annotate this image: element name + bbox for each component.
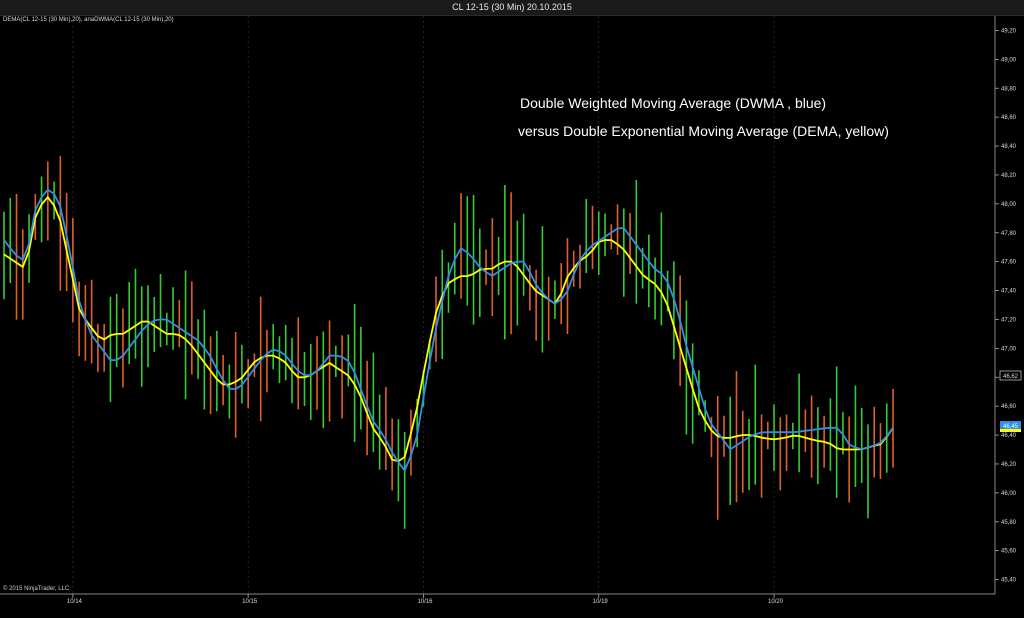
x-tick-label: 10/14: [67, 599, 83, 605]
y-tick-label: 47,60: [1001, 260, 1017, 266]
moving-average-value: 46,45: [1003, 424, 1019, 430]
moving-average-label: 46,45: [1000, 421, 1021, 432]
y-tick-label: 49,20: [1001, 28, 1017, 34]
y-tick-label: 48,00: [1001, 202, 1017, 208]
indicator-legend: DEMA(CL 12-15 (30 Min),20), anaDWMA(CL 1…: [3, 17, 174, 23]
y-tick-label: 46,40: [1001, 433, 1017, 439]
y-tick-label: 46,20: [1001, 462, 1017, 468]
x-tick-label: 10/20: [768, 599, 784, 605]
y-tick-label: 48,40: [1001, 144, 1017, 150]
y-tick-label: 48,60: [1001, 115, 1017, 121]
y-tick-label: 45,60: [1001, 549, 1017, 555]
last-close-value: 46,62: [1003, 374, 1019, 380]
annotation-dwma: Double Weighted Moving Average (DWMA , b…: [520, 95, 827, 111]
y-tick-label: 47,40: [1001, 289, 1017, 295]
y-tick-label: 47,20: [1001, 317, 1017, 323]
plot-area[interactable]: [0, 16, 995, 594]
y-tick-label: 46,00: [1001, 491, 1017, 497]
y-tick-label: 47,80: [1001, 231, 1017, 237]
copyright-notice: © 2015 NinjaTrader, LLC: [3, 586, 70, 592]
price-chart[interactable]: 49,20 49,00 48,80 48,60 48,40 48,20 48,00 47,80…: [0, 0, 1024, 618]
y-tick-label: 49,00: [1001, 57, 1017, 63]
y-tick-label: 46,60: [1001, 404, 1017, 410]
x-tick-label: 10/16: [417, 599, 433, 605]
y-tick-label: 45,80: [1001, 520, 1017, 526]
x-tick-label: 10/19: [593, 599, 609, 605]
last-close-label: 46,62: [999, 370, 1022, 381]
y-tick-label: 48,20: [1001, 173, 1017, 179]
price-axis[interactable]: 49,20 49,00 48,80 48,60 48,40 48,20 48,00 47,80…: [995, 28, 1017, 584]
time-axis[interactable]: 10/14 10/15 10/16 10/19 10/20: [67, 594, 784, 605]
x-tick-label: 10/15: [242, 599, 258, 605]
y-tick-label: 48,80: [1001, 86, 1017, 92]
y-tick-label: 47,00: [1001, 346, 1017, 352]
y-tick-label: 45,40: [1001, 578, 1017, 584]
annotation-dema: versus Double Exponential Moving Average…: [518, 123, 889, 139]
